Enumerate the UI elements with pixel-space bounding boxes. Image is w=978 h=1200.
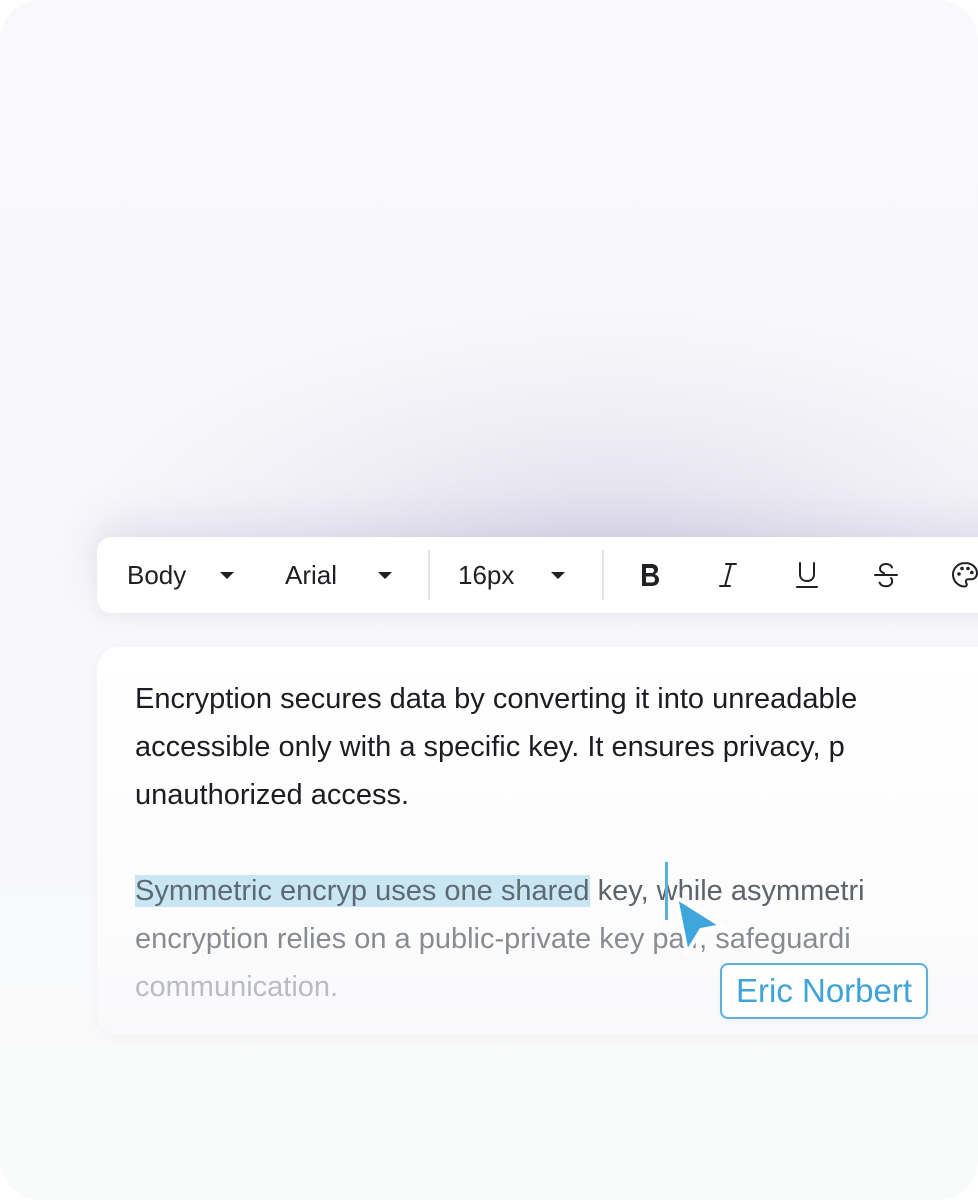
unselected-text: key, while asymmetri — [589, 875, 865, 907]
paragraph-line: accessible only with a specific key. It … — [135, 731, 845, 763]
strikethrough-button[interactable] — [863, 552, 909, 598]
app-frame: Body Arial 16px Encryption secures data … — [0, 0, 978, 1200]
paragraph-intro: Encryption secures data by converting it… — [135, 675, 857, 819]
palette-icon — [951, 561, 978, 588]
font-size-dropdown[interactable]: 16px — [458, 537, 573, 613]
collaborator-text-caret — [665, 862, 668, 920]
toolbar-divider — [602, 550, 604, 600]
background-glow — [60, 300, 978, 560]
font-family-dropdown[interactable]: Arial — [285, 537, 400, 613]
selected-text[interactable]: Symmetric encryp uses one shared — [135, 875, 590, 907]
bold-icon — [642, 564, 659, 586]
paragraph-line: Symmetric encryp uses one shared key, wh… — [135, 867, 865, 915]
formatting-toolbar: Body Arial 16px — [97, 537, 978, 613]
paragraph-line: encryption relies on a public-private ke… — [135, 923, 851, 955]
font-family-value: Arial — [285, 559, 338, 590]
italic-icon — [719, 563, 737, 587]
strikethrough-icon — [874, 562, 898, 588]
chevron-down-icon — [551, 572, 565, 579]
font-size-value: 16px — [458, 559, 515, 590]
paragraph-line: unauthorized access. — [135, 779, 410, 811]
chevron-down-icon — [220, 572, 234, 579]
underline-button[interactable] — [784, 552, 830, 598]
collaborator-cursor-icon — [674, 895, 724, 955]
paragraph-line: Encryption secures data by converting it… — [135, 683, 858, 715]
collaborator-name-tag: Eric Norbert — [720, 963, 929, 1019]
chevron-down-icon — [378, 572, 392, 579]
text-style-dropdown[interactable]: Body — [127, 537, 242, 613]
bold-button[interactable] — [627, 552, 673, 598]
underline-icon — [796, 562, 818, 588]
text-style-value: Body — [127, 559, 187, 590]
italic-button[interactable] — [705, 552, 751, 598]
text-color-button[interactable] — [942, 552, 978, 598]
toolbar-divider — [428, 550, 430, 600]
